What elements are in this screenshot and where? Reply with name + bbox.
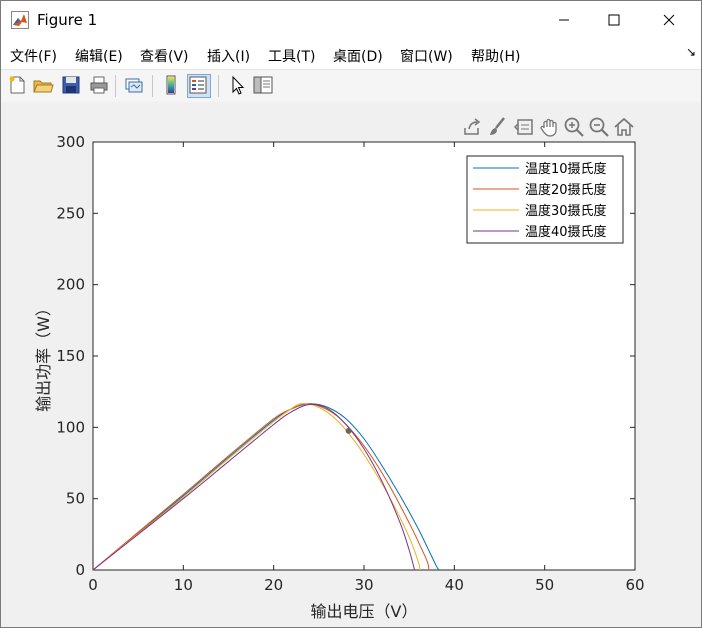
toolbar-separator (218, 75, 219, 97)
x-tick-labels: 0 10 20 30 40 50 60 (88, 576, 644, 594)
matlab-logo-icon (11, 11, 29, 29)
menu-desktop[interactable]: 桌面(D) (333, 46, 383, 66)
figure-canvas: 0 10 20 30 40 50 60 0 50 100 150 200 250 300 输出电压（V）… (1, 102, 701, 627)
y-tick-label: 100 (56, 418, 85, 436)
x-tick-label: 20 (264, 576, 283, 594)
legend-entry: 温度40摄氏度 (525, 224, 607, 240)
toolbar-separator (152, 75, 153, 97)
link-plot-icon[interactable] (123, 74, 145, 96)
minimize-icon (559, 19, 569, 21)
colorbar-icon[interactable] (160, 74, 182, 96)
open-file-icon[interactable] (32, 74, 54, 96)
close-icon (663, 14, 675, 26)
menu-insert[interactable]: 插入(I) (207, 46, 250, 66)
title-bar: Figure 1 (1, 1, 701, 39)
data-markers (345, 427, 352, 434)
data-tip-marker[interactable] (345, 427, 352, 434)
figure-window: Figure 1 文件(F) 编辑(E) 查看(V) 插入(I) 工具(T) 桌… (0, 0, 702, 628)
toolbar-separator (115, 75, 116, 97)
y-tick-label: 50 (66, 490, 85, 508)
figure-toolbar (1, 69, 701, 103)
menu-window[interactable]: 窗口(W) (400, 46, 453, 66)
y-tick-label: 150 (56, 347, 85, 365)
menu-edit[interactable]: 编辑(E) (75, 46, 123, 66)
save-icon[interactable] (60, 74, 82, 96)
legend[interactable]: 温度10摄氏度温度20摄氏度温度30摄氏度温度40摄氏度 (466, 155, 624, 244)
legend-entry: 温度10摄氏度 (525, 161, 607, 177)
x-tick-label: 60 (625, 576, 644, 594)
dock-arrow-icon[interactable]: ↘ (686, 45, 696, 59)
y-axis-label: 输出功率（W） (34, 300, 53, 412)
y-tick-label: 0 (75, 561, 85, 579)
print-icon[interactable] (88, 74, 110, 96)
property-inspector-icon[interactable] (252, 74, 274, 96)
x-tick-label: 40 (445, 576, 464, 594)
maximize-icon (608, 14, 620, 26)
legend-entry: 温度20摄氏度 (525, 182, 607, 198)
menu-view[interactable]: 查看(V) (140, 46, 189, 66)
plot-axes[interactable]: 0 10 20 30 40 50 60 0 50 100 150 200 250 300 输出电压（V）… (1, 102, 701, 627)
menu-bar: 文件(F) 编辑(E) 查看(V) 插入(I) 工具(T) 桌面(D) 窗口(W… (1, 39, 701, 69)
x-tick-label: 50 (535, 576, 554, 594)
x-axis-label: 输出电压（V） (311, 602, 418, 621)
menu-help[interactable]: 帮助(H) (471, 46, 520, 66)
x-tick-label: 0 (88, 576, 98, 594)
legend-entry: 温度30摄氏度 (525, 203, 607, 219)
y-tick-label: 300 (56, 133, 85, 151)
window-title: Figure 1 (37, 11, 98, 29)
y-tick-labels: 0 50 100 150 200 250 300 (56, 133, 85, 579)
menu-tools[interactable]: 工具(T) (268, 46, 315, 66)
menu-file[interactable]: 文件(F) (10, 46, 57, 66)
minimize-button[interactable] (541, 1, 587, 39)
x-tick-label: 10 (174, 576, 193, 594)
legend-icon[interactable] (187, 74, 211, 98)
x-tick-label: 30 (354, 576, 373, 594)
y-tick-label: 250 (56, 204, 85, 222)
maximize-button[interactable] (591, 1, 637, 39)
close-button[interactable] (646, 1, 692, 39)
y-tick-label: 200 (56, 276, 85, 294)
new-figure-icon[interactable] (6, 74, 28, 96)
select-pointer-icon[interactable] (226, 74, 248, 96)
